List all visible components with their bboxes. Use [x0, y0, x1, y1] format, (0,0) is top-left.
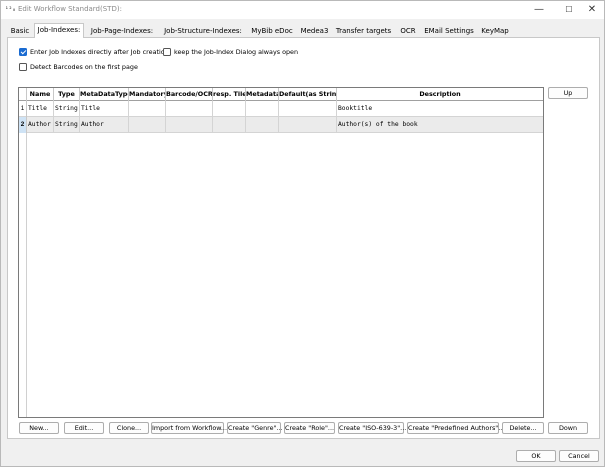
row-number: 1 [19, 101, 27, 117]
job-index-grid[interactable]: Name Type MetaDataType Mandatory Barcode… [18, 87, 544, 418]
grid-corner [19, 88, 27, 101]
tab-job-structure-indexes[interactable]: Job-Structure-Indexes: [160, 24, 246, 37]
tab-medea3[interactable]: Medea3 [298, 24, 331, 37]
up-button[interactable]: Up [548, 87, 588, 99]
cell-name[interactable]: Title [27, 101, 54, 117]
tab-mybib-edoc[interactable]: MyBib eDoc [249, 24, 295, 37]
column-header-default[interactable]: Default(as String) [279, 88, 337, 101]
app-icon: ¹²₀ [5, 6, 16, 13]
tab-email-settings[interactable]: EMail Settings [423, 24, 475, 37]
column-header-metadata[interactable]: Metadata [246, 88, 279, 101]
cell-description[interactable]: Booktitle [337, 101, 543, 117]
cell-metadata[interactable] [246, 117, 279, 133]
enter-job-indexes-checkbox[interactable] [19, 48, 27, 56]
create-role-button[interactable]: Create "Role"... [284, 422, 335, 434]
cell-resp-tile[interactable] [213, 117, 246, 133]
import-from-workflow-button[interactable]: Import from Workflow... [151, 422, 227, 434]
cell-barcode-ocr[interactable] [166, 117, 213, 133]
column-header-description[interactable]: Description [337, 88, 543, 101]
table-row[interactable]: 2 Author String Author Author(s) of the … [19, 117, 543, 133]
ok-button[interactable]: OK [516, 450, 556, 462]
column-header-resp-tile[interactable]: resp. Tile [213, 88, 246, 101]
cell-type[interactable]: String [54, 117, 80, 133]
detect-barcodes-checkbox[interactable] [19, 63, 27, 71]
cell-mandatory[interactable] [129, 101, 166, 117]
tab-job-page-indexes[interactable]: Job-Page-Indexes: [87, 24, 157, 37]
window-title: Edit Workflow Standard(STD): [18, 5, 122, 13]
column-header-name[interactable]: Name [27, 88, 54, 101]
new-button[interactable]: New... [19, 422, 59, 434]
create-iso-639-3-button[interactable]: Create "ISO-639-3"... [338, 422, 406, 434]
cell-metadata[interactable] [246, 101, 279, 117]
down-button[interactable]: Down [548, 422, 588, 434]
enter-job-indexes-label: Enter Job Indexes directly after Job cre… [30, 48, 169, 56]
table-row[interactable]: 1 Title String Title Booktitle [19, 101, 543, 117]
tab-keymap[interactable]: KeyMap [478, 24, 512, 37]
cell-barcode-ocr[interactable] [166, 101, 213, 117]
edit-workflow-dialog: ¹²₀ Edit Workflow Standard(STD): — ☐ ✕ B… [0, 0, 605, 467]
cell-metadatatype[interactable]: Author [80, 117, 129, 133]
keep-dialog-open-checkbox[interactable] [163, 48, 171, 56]
enter-job-indexes-option[interactable]: Enter Job Indexes directly after Job cre… [19, 47, 169, 57]
tab-basic[interactable]: Basic [7, 24, 33, 37]
row-header-gutter [19, 101, 27, 417]
cell-description[interactable]: Author(s) of the book [337, 117, 543, 133]
keep-dialog-open-label: keep the Job-Index Dialog always open [174, 48, 299, 56]
cell-type[interactable]: String [54, 101, 80, 117]
cell-name[interactable]: Author [27, 117, 54, 133]
edit-button[interactable]: Edit... [64, 422, 104, 434]
keep-dialog-open-option[interactable]: keep the Job-Index Dialog always open [163, 47, 303, 57]
cell-metadatatype[interactable]: Title [80, 101, 129, 117]
delete-button[interactable]: Delete... [502, 422, 544, 434]
create-predefined-authors-button[interactable]: Create "Predefined Authors"... [407, 422, 504, 434]
tab-job-indexes[interactable]: Job-Indexes: [34, 23, 84, 38]
column-header-barcode-ocr[interactable]: Barcode/OCR [166, 88, 213, 101]
column-header-type[interactable]: Type [54, 88, 80, 101]
grid-header: Name Type MetaDataType Mandatory Barcode… [19, 88, 543, 101]
cell-default[interactable] [279, 117, 337, 133]
close-icon[interactable]: ✕ [577, 1, 605, 19]
create-genre-button[interactable]: Create "Genre"... [227, 422, 283, 434]
cell-default[interactable] [279, 101, 337, 117]
tab-ocr[interactable]: OCR [396, 24, 420, 37]
title-bar[interactable]: ¹²₀ Edit Workflow Standard(STD): — ☐ ✕ [1, 1, 604, 19]
column-header-metadatatype[interactable]: MetaDataType [80, 88, 129, 101]
cell-mandatory[interactable] [129, 117, 166, 133]
tab-transfer-targets[interactable]: Transfer targets [334, 24, 393, 37]
cancel-button[interactable]: Cancel [559, 450, 599, 462]
cell-resp-tile[interactable] [213, 101, 246, 117]
minimize-icon[interactable]: — [524, 1, 554, 19]
clone-button[interactable]: Clone... [109, 422, 149, 434]
column-header-mandatory[interactable]: Mandatory [129, 88, 166, 101]
row-number: 2 [19, 117, 27, 133]
detect-barcodes-option[interactable]: Detect Barcodes on the first page [19, 62, 139, 72]
detect-barcodes-label: Detect Barcodes on the first page [30, 63, 138, 71]
